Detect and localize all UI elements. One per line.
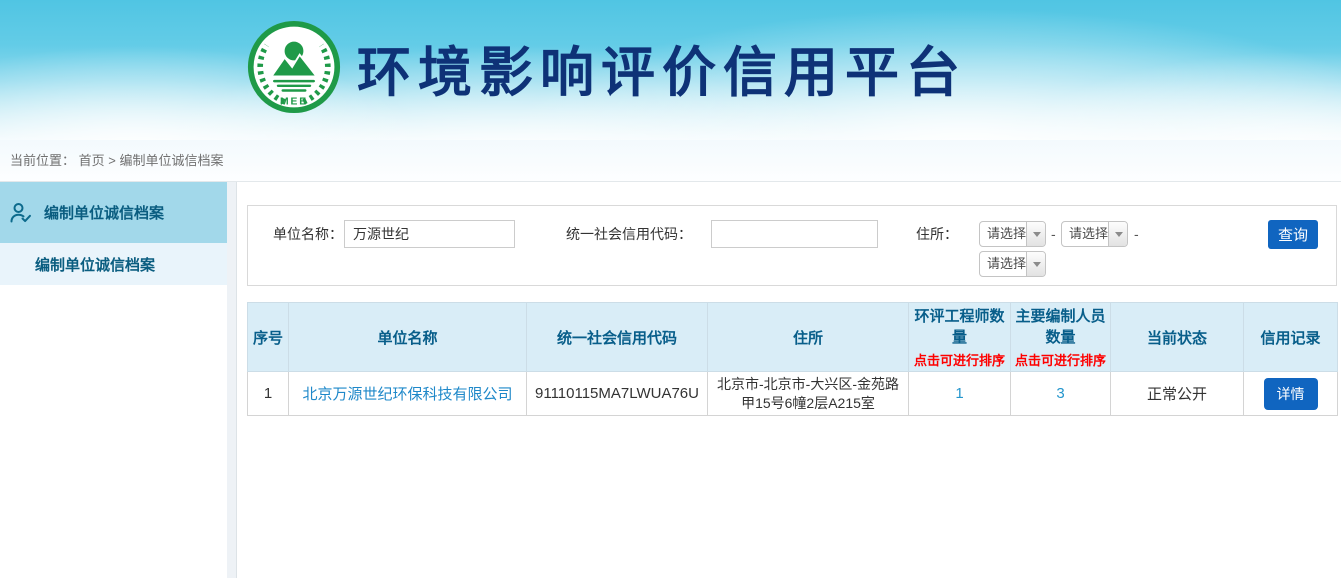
unit-name-label: 单位名称： [273,220,343,248]
address-label: 住所： [916,220,958,248]
sidebar-subitem-label: 编制单位诚信档案 [35,254,155,275]
city-select-value: 请选择 [1062,222,1108,246]
search-panel: 单位名称： 统一社会信用代码： 住所： 请选择 - 请选择 - 请选择 查询 [247,205,1337,286]
staff-count-link[interactable]: 3 [1056,385,1064,402]
province-select-value: 请选择 [980,222,1026,246]
cell-address: 北京市-北京市-大兴区-金苑路甲15号6幢2层A215室 [712,375,904,413]
province-select[interactable]: 请选择 [979,221,1046,247]
col-credit-record: 信用记录 [1244,303,1338,372]
col-address: 住所 [708,303,909,372]
query-button[interactable]: 查询 [1268,220,1318,249]
engineer-sort-hint[interactable]: 点击可进行排序 [911,350,1008,369]
sidebar-divider [227,182,237,578]
main-content: 单位名称： 统一社会信用代码： 住所： 请选择 - 请选择 - 请选择 查询 [237,182,1341,578]
results-table: 序号 单位名称 统一社会信用代码 住所 环评工程师数量 点击可进行排序 主要编制… [247,302,1338,416]
province-select-button[interactable] [1026,222,1046,246]
user-check-icon [9,201,33,225]
city-select-button[interactable] [1108,222,1128,246]
address-dash-2: - [1134,220,1139,248]
detail-button[interactable]: 详情 [1264,378,1318,410]
district-select-button[interactable] [1026,252,1046,276]
sidebar: 编制单位诚信档案 编制单位诚信档案 [0,182,227,578]
page-body: 编制单位诚信档案 编制单位诚信档案 单位名称： 统一社会信用代码： 住所： 请选… [0,182,1341,578]
city-select[interactable]: 请选择 [1061,221,1128,247]
address-dash-1: - [1051,220,1056,248]
site-banner: MEE 环境影响评价信用平台 [0,0,1341,140]
credit-code-input[interactable] [711,220,878,248]
table-row: 1 北京万源世纪环保科技有限公司 91110115MA7LWUA76U 北京市-… [248,372,1338,416]
breadcrumb-separator: > [108,153,116,168]
cell-index: 1 [248,372,289,416]
unit-name-link[interactable]: 北京万源世纪环保科技有限公司 [302,386,512,403]
district-select-value: 请选择 [980,252,1026,276]
col-credit-code: 统一社会信用代码 [527,303,708,372]
chevron-down-icon [1033,262,1041,267]
credit-code-label: 统一社会信用代码： [566,220,692,248]
col-unit-name: 单位名称 [289,303,527,372]
breadcrumb-home-link[interactable]: 首页 [79,153,105,168]
sidebar-item-credit-archive[interactable]: 编制单位诚信档案 [0,182,227,243]
district-select[interactable]: 请选择 [979,251,1046,277]
engineer-count-link[interactable]: 1 [955,385,963,402]
col-status: 当前状态 [1111,303,1244,372]
chevron-down-icon [1033,232,1041,237]
col-engineer-count-label: 环评工程师数量 [914,308,1004,346]
sidebar-subitem-credit-archive[interactable]: 编制单位诚信档案 [0,243,227,285]
table-header-row: 序号 单位名称 统一社会信用代码 住所 环评工程师数量 点击可进行排序 主要编制… [248,303,1338,372]
col-index: 序号 [248,303,289,372]
page-title: 环境影响评价信用平台 [357,28,967,107]
logo-text: MEE [280,97,308,108]
breadcrumb-prefix: 当前位置： [10,153,75,168]
breadcrumb: 当前位置： 首页 > 编制单位诚信档案 [0,140,1341,182]
col-engineer-count[interactable]: 环评工程师数量 点击可进行排序 [909,303,1011,372]
banner-content: MEE 环境影响评价信用平台 [247,20,967,114]
cell-credit-code: 91110115MA7LWUA76U [527,372,708,416]
unit-name-input[interactable] [344,220,515,248]
cell-status: 正常公开 [1111,372,1244,416]
breadcrumb-current: 编制单位诚信档案 [120,153,224,168]
sidebar-item-label: 编制单位诚信档案 [44,202,164,223]
col-staff-count[interactable]: 主要编制人员数量 点击可进行排序 [1011,303,1111,372]
col-staff-count-label: 主要编制人员数量 [1015,308,1105,346]
mee-logo-icon: MEE [247,20,341,114]
staff-sort-hint[interactable]: 点击可进行排序 [1013,350,1108,369]
chevron-down-icon [1115,232,1123,237]
